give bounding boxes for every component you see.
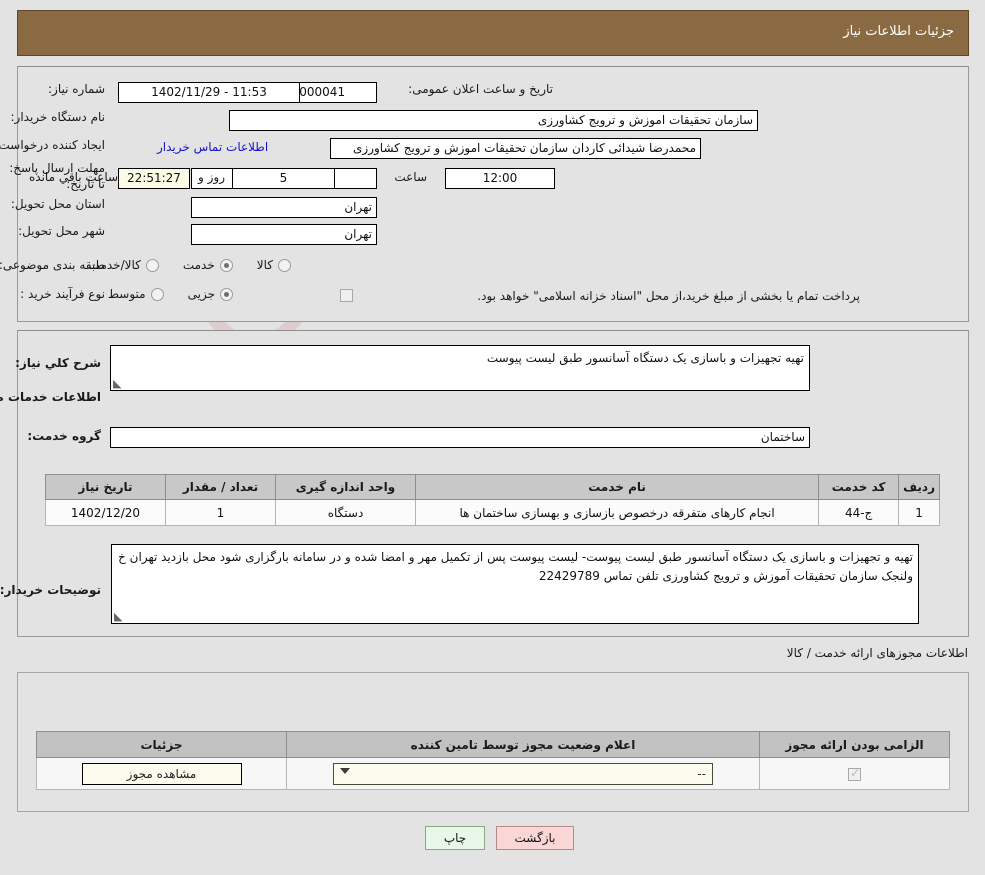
resize-grip-icon[interactable]: ◢ bbox=[113, 377, 123, 390]
buyer-notes-value: تهیه و تجهیزات و باسازی یک دستگاه آسانسو… bbox=[118, 550, 913, 583]
classification-radio-label-2: کالا/خدمت bbox=[88, 258, 141, 272]
city-row: شهر محل تحویل: bbox=[18, 224, 105, 238]
services-table-body: 1 ج-44 انجام کارهای متفرقه درخصوص بازسازی … bbox=[45, 499, 940, 526]
services-col-header-4: تعداد / مقدار bbox=[165, 474, 276, 500]
license-status-value: -- bbox=[697, 766, 706, 781]
need-number-row: شماره نیاز: bbox=[48, 82, 105, 96]
license-table-header-row: الزامی بودن ارائه مجوز اعلام وضعیت مجوز ت… bbox=[36, 731, 950, 758]
license-status-select[interactable]: -- bbox=[333, 762, 713, 785]
process-type-radio-group: جزیی متوسط bbox=[108, 287, 233, 301]
license-table-body: -- مشاهده مجوز bbox=[36, 757, 950, 790]
process-type-radio-0[interactable] bbox=[220, 287, 233, 301]
process-type-radio-1[interactable] bbox=[150, 287, 164, 301]
page-title: جزئیات اطلاعات نیاز bbox=[843, 24, 954, 39]
buyer-notes-label: توضیحات خریدار: bbox=[0, 583, 101, 597]
services-cell-date: 1402/12/20 bbox=[45, 499, 166, 526]
classification-option-2[interactable]: کالا/خدمت bbox=[89, 258, 159, 272]
buyer-org-row: نام دستگاه خریدار: bbox=[11, 110, 106, 124]
service-group-value: ساختمان bbox=[110, 427, 810, 448]
service-group-label: گروه خدمت: bbox=[27, 429, 101, 443]
description-value: تهیه تجهیزات و باسازی یک دستگاه آسانسور … bbox=[486, 351, 804, 365]
services-col-header-0: ردیف bbox=[898, 474, 940, 500]
classification-radio-label-1: خدمت bbox=[182, 258, 215, 272]
license-col-header-1: اعلام وضعیت مجوز توسط تامین کننده bbox=[286, 731, 760, 758]
announce-datetime-value: 11:53 - 1402/11/29 bbox=[118, 82, 300, 103]
license-col-header-0: الزامی بودن ارائه مجوز bbox=[759, 731, 950, 758]
services-col-header-1: کد خدمت bbox=[818, 474, 900, 500]
description-label: شرح كلي نياز: bbox=[15, 356, 101, 370]
license-section-caption: اطلاعات مجوزهای ارائه خدمت / کالا bbox=[786, 646, 968, 660]
services-cell-unit: دستگاه bbox=[275, 499, 416, 526]
chevron-down-icon bbox=[340, 767, 350, 774]
buyer-org-value: سازمان تحقیقات اموزش و ترویج کشاورزی bbox=[229, 110, 758, 131]
services-cell-row: 1 bbox=[898, 499, 940, 526]
view-license-button[interactable]: مشاهده مجوز bbox=[81, 762, 242, 785]
classification-radio-1[interactable] bbox=[219, 258, 233, 272]
classification-radio-2[interactable] bbox=[145, 258, 159, 272]
announce-datetime-label: تاریخ و ساعت اعلان عمومی: bbox=[408, 82, 553, 96]
license-details-cell: مشاهده مجوز bbox=[36, 757, 287, 790]
license-status-cell: -- bbox=[286, 757, 760, 790]
buyer-contact-link[interactable]: اطلاعات تماس خریدار bbox=[157, 140, 268, 154]
need-number-label: شماره نیاز: bbox=[48, 82, 105, 96]
buyer-org-label: نام دستگاه خریدار: bbox=[10, 110, 106, 124]
treasury-note: پرداخت تمام یا بخشی از مبلغ خرید،از محل … bbox=[477, 289, 860, 303]
services-col-header-5: تاریخ نیاز bbox=[45, 474, 166, 500]
process-type-option-0[interactable]: جزیی bbox=[188, 287, 233, 301]
services-col-header-3: واحد اندازه گیری bbox=[275, 474, 416, 500]
table-row: -- مشاهده مجوز bbox=[36, 757, 950, 790]
creator-label: ایجاد کننده درخواست: bbox=[0, 138, 105, 152]
services-table-header-row: ردیف کد خدمت نام خدمت واحد اندازه گیری تعداد… bbox=[45, 474, 940, 500]
process-type-option-1[interactable]: متوسط bbox=[108, 287, 164, 301]
page-root: AriaTender.net جزئیات اطلاعات نیاز شماره… bbox=[0, 0, 985, 875]
buyer-notes-textarea[interactable]: تهیه و تجهیزات و باسازی یک دستگاه آسانسو… bbox=[111, 544, 919, 624]
header-bar: جزئیات اطلاعات نیاز bbox=[17, 10, 969, 56]
time-remaining-value: 22:51:27 bbox=[118, 168, 190, 189]
classification-radio-label-0: کالا bbox=[256, 258, 273, 272]
license-required-checkbox[interactable] bbox=[848, 766, 861, 781]
table-row: 1 ج-44 انجام کارهای متفرقه درخصوص بازسازی … bbox=[45, 499, 940, 526]
deadline-hour-value: 12:00 bbox=[445, 168, 555, 189]
process-type-label: نوع فرآیند خرید : bbox=[20, 287, 105, 301]
classification-radio-0[interactable] bbox=[278, 258, 291, 272]
classification-option-1[interactable]: خدمت bbox=[183, 258, 233, 272]
process-type-radio-label-0: جزیی bbox=[187, 287, 215, 301]
services-col-header-2: نام خدمت bbox=[414, 474, 820, 500]
services-heading: اطلاعات خدمات مورد نیاز bbox=[0, 390, 101, 404]
process-type-row: نوع فرآیند خرید : bbox=[20, 287, 105, 301]
city-label: شهر محل تحویل: bbox=[18, 224, 105, 238]
treasury-checkbox[interactable] bbox=[340, 289, 353, 302]
creator-value: محمدرضا شیدائی کاردان سازمان تحقیقات امو… bbox=[330, 138, 701, 159]
deadline-hour-label: ساعت bbox=[394, 170, 427, 184]
services-cell-quantity: 1 bbox=[165, 499, 276, 526]
announce-datetime-label-wrap: تاریخ و ساعت اعلان عمومی: bbox=[408, 82, 553, 96]
classification-radio-group: کالا خدمت کالا/خدمت bbox=[89, 258, 291, 272]
license-col-header-2: جزئیات bbox=[36, 731, 287, 758]
services-cell-code: ج-44 bbox=[818, 499, 900, 526]
remaining-suffix-label: ساعت باقي مانده bbox=[29, 170, 119, 184]
print-button[interactable]: چاپ bbox=[425, 826, 485, 850]
province-label: استان محل تحویل: bbox=[10, 197, 105, 211]
days-label: روز و bbox=[198, 170, 225, 184]
classification-option-0[interactable]: کالا bbox=[257, 258, 291, 272]
license-panel: الزامی بودن ارائه مجوز اعلام وضعیت مجوز ت… bbox=[17, 672, 969, 812]
province-value: تهران bbox=[191, 197, 377, 218]
license-required-cell bbox=[759, 757, 950, 790]
description-textarea[interactable]: تهیه تجهیزات و باسازی یک دستگاه آسانسور … bbox=[110, 345, 810, 391]
creator-row: ایجاد کننده درخواست: bbox=[0, 138, 105, 152]
days-remaining-value: 5 bbox=[232, 168, 335, 189]
process-type-radio-label-1: متوسط bbox=[107, 287, 146, 301]
services-cell-name: انجام کارهای متفرقه درخصوص بازسازی و بهس… bbox=[414, 499, 820, 526]
resize-grip-icon-2[interactable]: ◢ bbox=[114, 610, 124, 623]
services-table: ردیف کد خدمت نام خدمت واحد اندازه گیری تعداد… bbox=[45, 474, 940, 526]
back-button[interactable]: بازگشت bbox=[496, 826, 574, 850]
license-table: الزامی بودن ارائه مجوز اعلام وضعیت مجوز ت… bbox=[36, 731, 950, 790]
province-row: استان محل تحویل: bbox=[11, 197, 105, 211]
need-summary-panel bbox=[17, 66, 969, 322]
city-value: تهران bbox=[191, 224, 377, 245]
